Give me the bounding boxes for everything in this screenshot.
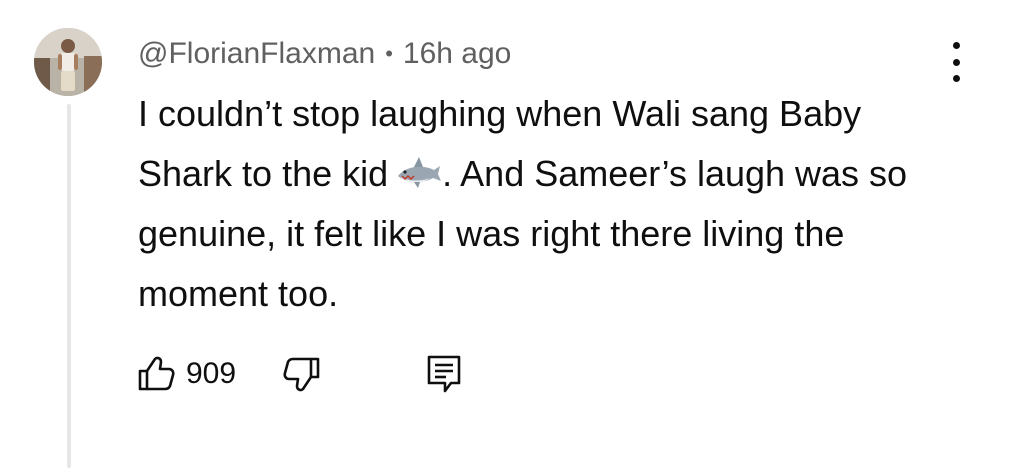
reply-button[interactable] <box>424 353 464 395</box>
shark-icon <box>398 157 442 188</box>
more-vertical-icon-dot <box>952 58 960 66</box>
comment-card: @FlorianFlaxman • 16h ago I couldn’t sto… <box>0 0 1024 468</box>
like-count: 909 <box>186 357 237 390</box>
more-vertical-icon-dot <box>952 75 960 82</box>
more-vertical-icon <box>952 42 960 49</box>
more-options-button[interactable] <box>938 40 974 84</box>
comment-header: @FlorianFlaxman • 16h ago <box>138 34 511 74</box>
dislike-button[interactable] <box>282 354 322 394</box>
avatar[interactable] <box>34 28 102 96</box>
reply-comment-icon <box>427 355 461 393</box>
thread-line <box>67 104 71 468</box>
like-button[interactable]: 909 <box>136 354 236 394</box>
avatar-image <box>34 28 102 96</box>
thumbs-down-icon <box>283 357 320 392</box>
comment-actions: 909 <box>136 350 464 398</box>
comment-text: I couldn’t stop laughing when Wali sang … <box>138 84 938 324</box>
separator-dot: • <box>385 41 393 66</box>
thumbs-up-icon <box>138 356 175 391</box>
timestamp[interactable]: 16h ago <box>403 37 511 71</box>
author-handle[interactable]: @FlorianFlaxman <box>138 37 375 71</box>
